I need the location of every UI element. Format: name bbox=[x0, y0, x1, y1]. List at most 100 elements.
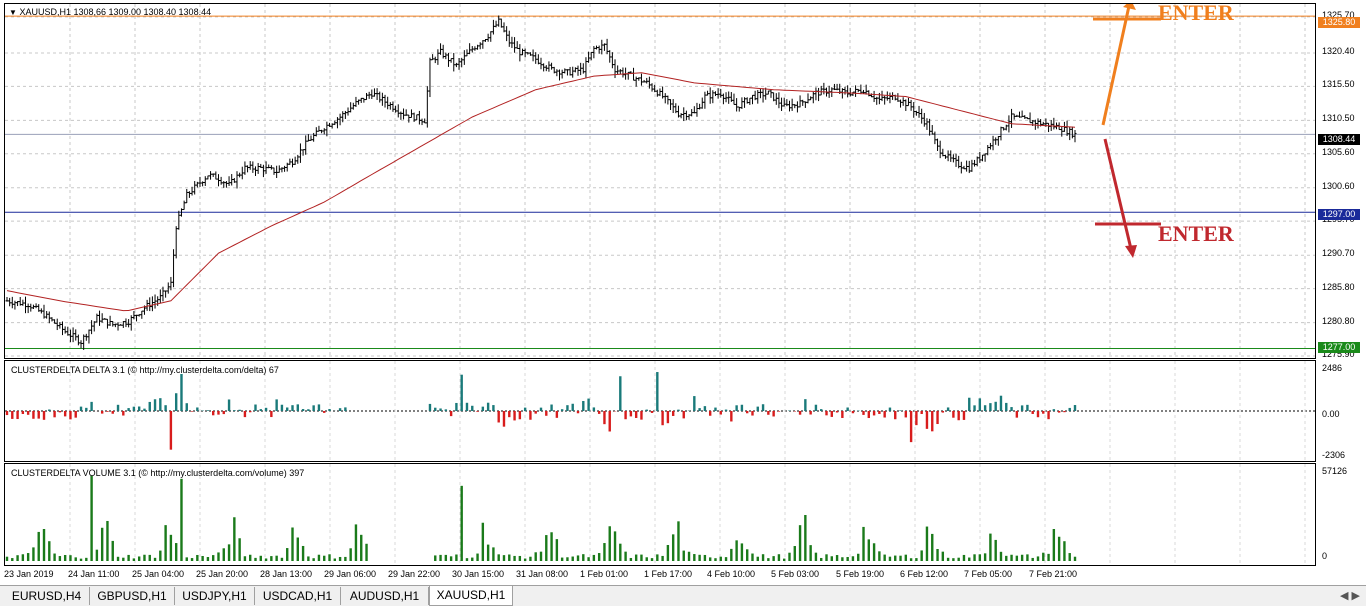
delta-bar bbox=[698, 408, 701, 411]
delta-bar bbox=[227, 399, 231, 411]
volume-bar bbox=[597, 553, 601, 561]
tab-xauusd-h1[interactable]: XAUUSD,H1 bbox=[429, 586, 513, 606]
price-bar bbox=[489, 31, 493, 42]
delta-bar bbox=[825, 411, 828, 416]
price-bar bbox=[928, 118, 932, 136]
volume-bar bbox=[153, 557, 157, 561]
delta-bar bbox=[666, 411, 670, 424]
low-level-box: 1277.00 bbox=[1318, 342, 1360, 353]
price-bar bbox=[187, 191, 191, 198]
price-bar bbox=[322, 128, 326, 135]
price-bar bbox=[314, 127, 318, 137]
price-bar bbox=[806, 93, 810, 104]
volume-bar bbox=[539, 551, 543, 561]
price-bar bbox=[74, 329, 78, 341]
volume-bar bbox=[656, 554, 659, 561]
volume-bar bbox=[180, 478, 183, 561]
price-bar bbox=[483, 38, 487, 42]
delta-bar bbox=[249, 411, 252, 413]
price-bar bbox=[251, 161, 255, 173]
delta-bar bbox=[264, 407, 268, 411]
delta-bar bbox=[619, 376, 622, 411]
price-bar bbox=[669, 99, 673, 110]
volume-bar bbox=[58, 556, 62, 561]
tab-audusd-h1[interactable]: AUDUSD,H1 bbox=[341, 587, 429, 605]
price-bar bbox=[1007, 115, 1011, 133]
delta-indicator-pane[interactable]: CLUSTERDELTA DELTA 3.1 (© http://my.clus… bbox=[4, 360, 1316, 462]
volume-bar bbox=[238, 538, 241, 561]
triangle-down-icon[interactable]: ▼ bbox=[9, 8, 17, 17]
volume-bar bbox=[1073, 556, 1077, 561]
volume-bar bbox=[449, 556, 453, 561]
price-chart-pane[interactable]: ▼ XAUUSD,H1 1308,66 1309.00 1308.40 1308… bbox=[4, 3, 1316, 359]
price-bar bbox=[632, 67, 636, 81]
delta-bar bbox=[254, 404, 257, 411]
price-bar bbox=[560, 69, 564, 79]
volume-indicator-pane[interactable]: CLUSTERDELTA VOLUME 3.1 (© http://my.clu… bbox=[4, 463, 1316, 566]
delta-bar bbox=[973, 405, 976, 411]
time-tick-label: 1 Feb 01:00 bbox=[580, 569, 629, 579]
volume-bar bbox=[227, 544, 231, 561]
price-bar bbox=[645, 77, 649, 84]
volume-bar bbox=[259, 555, 262, 561]
volume-bar bbox=[825, 554, 828, 561]
volume-bar bbox=[714, 558, 717, 561]
price-bar bbox=[994, 137, 998, 145]
delta-bar bbox=[486, 402, 490, 411]
price-bar bbox=[716, 88, 720, 99]
price-bar bbox=[195, 181, 199, 188]
price-bar bbox=[975, 156, 979, 167]
price-bar bbox=[605, 38, 609, 55]
price-bar bbox=[47, 311, 51, 324]
delta-bar bbox=[465, 402, 469, 411]
price-bar bbox=[253, 166, 257, 176]
arrow-right-icon[interactable]: ▶ bbox=[1352, 590, 1360, 602]
volume-bar bbox=[529, 556, 532, 561]
price-bar bbox=[690, 109, 694, 117]
tab-usdcad-h1[interactable]: USDCAD,H1 bbox=[255, 587, 341, 605]
delta-bar bbox=[862, 411, 865, 415]
delta-tick-min: -2306 bbox=[1322, 450, 1346, 460]
price-bar bbox=[920, 108, 924, 124]
price-bar bbox=[16, 301, 20, 307]
volume-bar bbox=[566, 557, 569, 561]
price-chart-canvas[interactable] bbox=[5, 4, 1315, 358]
delta-bar bbox=[338, 408, 342, 411]
price-bar bbox=[1047, 122, 1051, 133]
price-bar bbox=[671, 99, 675, 114]
delta-bar bbox=[16, 411, 19, 420]
tab-eurusd-h4[interactable]: EURUSD,H4 bbox=[4, 587, 90, 605]
delta-bar bbox=[587, 398, 590, 411]
delta-bar bbox=[190, 411, 194, 412]
tab-usdjpy-h1[interactable]: USDJPY,H1 bbox=[175, 587, 255, 605]
volume-bar bbox=[751, 553, 754, 561]
volume-bar bbox=[344, 556, 347, 561]
volume-bar bbox=[756, 556, 759, 561]
time-tick-label: 24 Jan 11:00 bbox=[68, 569, 120, 579]
price-bar bbox=[1028, 112, 1032, 124]
price-bar bbox=[708, 87, 712, 104]
price-bar bbox=[843, 86, 847, 95]
volume-bar bbox=[730, 548, 733, 561]
price-bar bbox=[1010, 108, 1014, 128]
price-bar bbox=[346, 107, 350, 116]
delta-bar bbox=[476, 411, 479, 412]
price-bar bbox=[288, 158, 292, 165]
arrow-left-icon[interactable]: ◀ bbox=[1340, 590, 1348, 602]
price-bar bbox=[613, 59, 617, 79]
volume-bar bbox=[777, 554, 781, 561]
delta-bar bbox=[708, 411, 712, 416]
volume-bar bbox=[994, 539, 997, 561]
tab-gbpusd-h1[interactable]: GBPUSD,H1 bbox=[90, 587, 175, 605]
price-bar bbox=[1036, 118, 1040, 129]
price-bar bbox=[930, 125, 934, 135]
delta-bar bbox=[820, 409, 823, 411]
price-bar bbox=[222, 181, 226, 188]
volume-title: CLUSTERDELTA VOLUME 3.1 (© http://my.clu… bbox=[11, 468, 305, 478]
price-bar bbox=[420, 118, 424, 126]
delta-bar bbox=[58, 411, 62, 413]
time-tick-label: 28 Jan 13:00 bbox=[260, 569, 313, 579]
delta-bar bbox=[79, 406, 83, 411]
volume-bar bbox=[872, 543, 876, 561]
delta-bar bbox=[270, 411, 273, 418]
